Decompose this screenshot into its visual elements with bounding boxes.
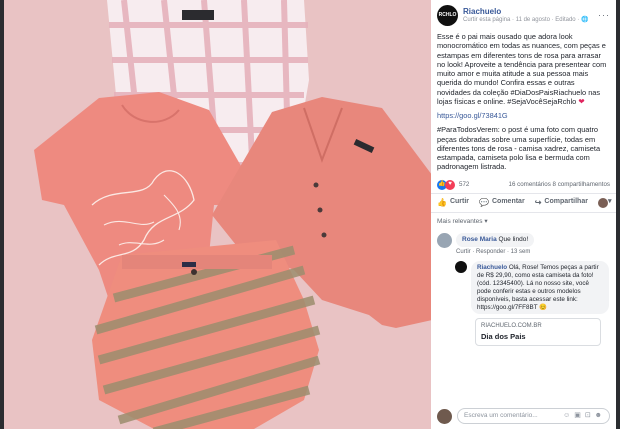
comment-composer: Escreva um comentário... ☺ ▣ ⊡ ☻ (431, 408, 616, 424)
thumbs-up-icon: 👍 (437, 197, 447, 207)
reply-text: Olá, Rose! Temos peças a partir de R$ 29… (477, 264, 599, 311)
share-button[interactable]: ↪ Compartilhar (535, 198, 588, 208)
post-subline-text[interactable]: Curtir esta página · 11 de agosto · Edit… (463, 17, 581, 23)
post-body: Esse é o pai mais ousado que adora look … (431, 31, 616, 172)
page-avatar[interactable]: RCHLO (437, 5, 458, 26)
reply-author-avatar[interactable] (455, 261, 467, 274)
like-button[interactable]: 👍 Curtir (437, 198, 469, 208)
page-name-link[interactable]: Riachuelo (463, 7, 598, 17)
reactions-bar[interactable]: 👍 ♥ 572 16 comentários 8 compartilhament… (431, 177, 616, 194)
clothing-photo-illustration (4, 0, 431, 429)
preview-domain: riachuelo.com.br (481, 323, 542, 330)
love-reaction-icon: ♥ (445, 179, 455, 190)
reaction-avatar-selector[interactable]: ▾ (597, 197, 612, 208)
comment-bubble: Rose Maria Que lindo! (456, 232, 535, 247)
comment-button[interactable]: 💬 Comentar (479, 198, 525, 208)
reply-item: Riachuelo Olá, Rose! Temos peças a parti… (431, 258, 616, 315)
comment-text: Que lindo! (498, 235, 529, 243)
comment-actions[interactable]: Curtir · Responder · 13 sem (456, 249, 534, 257)
reaction-icons: 👍 ♥ (437, 179, 455, 190)
reply-author[interactable]: Riachuelo (477, 264, 507, 271)
comment-input[interactable]: Escreva um comentário... ☺ ▣ ⊡ ☻ (457, 408, 610, 424)
post-meta: Riachuelo Curtir esta página · 11 de ago… (463, 7, 598, 25)
composer-avatar (437, 408, 452, 424)
chevron-down-icon: ▾ (607, 198, 612, 206)
striped-shorts (92, 240, 321, 429)
composer-emoji-photo-icons[interactable]: ☺ ▣ ⊡ ☻ (563, 412, 603, 421)
right-scroll-edge (616, 0, 620, 429)
like-label: Curtir (449, 198, 470, 206)
reply-bubble: Riachuelo Olá, Rose! Temos peças a parti… (471, 261, 609, 315)
comment-item: Rose Maria Que lindo! Curtir · Responder… (431, 231, 616, 259)
comment-author[interactable]: Rose Maria (462, 236, 497, 243)
heart-emoji-icon: ❤ (578, 96, 585, 106)
comment-label: Comentar (492, 198, 525, 206)
post-header: RCHLO Riachuelo Curtir esta página · 11 … (431, 0, 616, 31)
comment-body: Rose Maria Que lindo! Curtir · Responder… (456, 232, 535, 257)
comment-icon: 💬 (479, 197, 489, 207)
post-subline: Curtir esta página · 11 de agosto · Edit… (463, 17, 598, 25)
globe-icon: 🌐 (580, 16, 589, 23)
post-link[interactable]: https://goo.gl/73841G (437, 111, 610, 120)
preview-title: Dia dos Pais (481, 331, 526, 341)
more-options-icon[interactable]: ··· (598, 10, 610, 21)
commenter-avatar[interactable] (437, 232, 452, 248)
action-bar: 👍 Curtir 💬 Comentar ↪ Compartilhar ▾ (431, 194, 616, 213)
post-paragraph-1: Esse é o pai mais ousado que adora look … (437, 32, 610, 106)
user-avatar-small (597, 197, 608, 208)
post-paragraph-3: #ParaTodosVerem: o post é uma foto com q… (437, 125, 601, 172)
comment-filter[interactable]: Mais relevantes ▾ (431, 213, 616, 231)
post-sidebar: RCHLO Riachuelo Curtir esta página · 11 … (431, 0, 616, 429)
post-paragraph-1-text: Esse é o pai mais ousado que adora look … (437, 32, 607, 106)
share-icon: ↪ (534, 197, 542, 207)
post-photo[interactable] (4, 0, 431, 429)
reaction-count[interactable]: 572 (459, 181, 469, 189)
link-preview-card[interactable]: riachuelo.com.br Dia dos Pais (475, 318, 601, 347)
share-label: Compartilhar (544, 198, 588, 206)
comments-shares-count[interactable]: 16 comentários 8 compartilhamentos (509, 181, 610, 189)
comment-input-placeholder: Escreva um comentário... (464, 411, 538, 419)
